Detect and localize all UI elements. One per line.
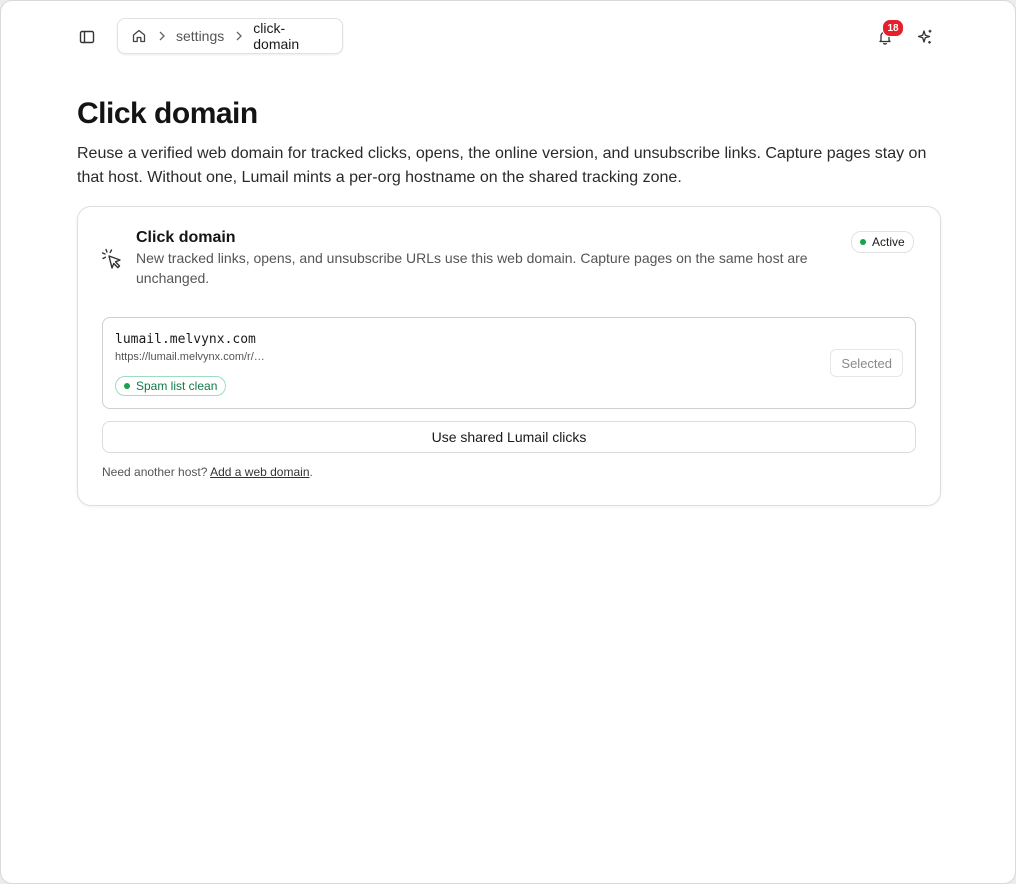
breadcrumb-click-domain[interactable]: click-domain [253,20,330,52]
page-description: Reuse a verified web domain for tracked … [77,145,927,186]
card-description: New tracked links, opens, and unsubscrib… [136,250,808,286]
domain-host: lumail.melvynx.com [115,332,256,347]
sidebar-toggle-icon[interactable] [75,25,99,49]
footer-suffix: . [309,465,313,479]
spam-status-badge: Spam list clean [115,376,227,396]
footer-prefix: Need another host? [102,465,208,479]
status-badge: Active [851,231,914,253]
add-web-domain-link[interactable]: Add a web domain [210,465,309,479]
chevron-right-icon [234,30,244,42]
notification-count-badge: 18 [882,19,904,37]
domain-option[interactable]: lumail.melvynx.com https://lumail.melvyn… [102,317,916,409]
breadcrumb-settings[interactable]: settings [176,28,224,44]
sparkles-icon[interactable] [914,26,936,48]
status-dot [860,239,866,245]
footer-note: Need another host? Add a web domain. [102,465,313,479]
click-domain-card: Click domain New tracked links, opens, a… [77,206,941,506]
page-title: Click domain [77,97,258,130]
spam-status-dot [124,383,130,389]
spam-status-label: Spam list clean [136,379,218,393]
breadcrumb: settings click-domain [117,18,343,54]
status-label: Active [872,235,905,249]
mouse-pointer-click-icon [100,247,124,271]
use-shared-clicks-button[interactable]: Use shared Lumail clicks [102,421,916,453]
card-title: Click domain [136,229,236,246]
selected-button[interactable]: Selected [830,349,903,377]
app-window: settings click-domain 18 Click domain Re… [0,0,1016,884]
home-icon[interactable] [131,28,147,44]
domain-url: https://lumail.melvynx.com/r/… [115,351,265,363]
chevron-right-icon [157,30,167,42]
